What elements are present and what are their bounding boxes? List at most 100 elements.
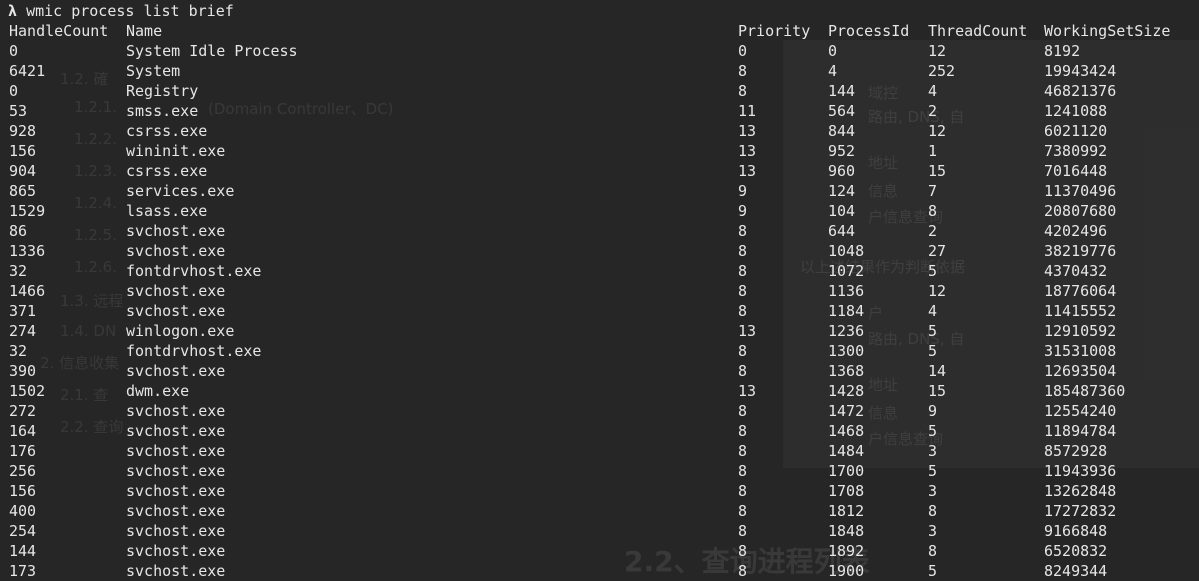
cell-name: svchost.exe [126, 362, 226, 380]
cell-name: wininit.exe [126, 142, 226, 160]
cell-working-set-size: 19943424 [1044, 62, 1117, 80]
cell-working-set-size: 11943936 [1044, 462, 1117, 480]
cell-thread-count: 12 [928, 42, 947, 60]
table-row: 1502 dwm.exe 13 1428 15 185487360 [0, 381, 1199, 401]
cell-priority: 8 [738, 482, 748, 500]
cell-working-set-size: 6520832 [1044, 542, 1108, 560]
cell-working-set-size: 7016448 [1044, 162, 1108, 180]
cell-thread-count: 5 [928, 342, 938, 360]
cell-priority: 8 [738, 542, 748, 560]
table-row: 274 winlogon.exe 13 1236 5 12910592 [0, 321, 1199, 341]
table-row: 1336 svchost.exe 8 1048 27 38219776 [0, 241, 1199, 261]
table-row: 1529 lsass.exe 9 104 8 20807680 [0, 201, 1199, 221]
cell-working-set-size: 4202496 [1044, 222, 1108, 240]
cell-process-id: 644 [828, 222, 856, 240]
cell-priority: 8 [738, 402, 748, 420]
cell-priority: 0 [738, 42, 748, 60]
cell-handle-count: 272 [9, 402, 37, 420]
cell-name: svchost.exe [126, 502, 226, 520]
cell-handle-count: 371 [9, 302, 37, 320]
cell-name: svchost.exe [126, 522, 226, 540]
cell-working-set-size: 11370496 [1044, 182, 1117, 200]
table-row: 400 svchost.exe 8 1812 8 17272832 [0, 501, 1199, 521]
cell-thread-count: 3 [928, 442, 938, 460]
cell-thread-count: 4 [928, 302, 938, 320]
cell-handle-count: 144 [9, 542, 37, 560]
cell-process-id: 4 [828, 62, 838, 80]
cell-priority: 8 [738, 502, 748, 520]
table-row: 32 fontdrvhost.exe 8 1300 5 31531008 [0, 341, 1199, 361]
cell-process-id: 1136 [828, 282, 865, 300]
table-row: 156 svchost.exe 8 1708 3 13262848 [0, 481, 1199, 501]
cell-handle-count: 173 [9, 562, 37, 580]
cell-working-set-size: 11415552 [1044, 302, 1117, 320]
cell-name: svchost.exe [126, 542, 226, 560]
cell-process-id: 1072 [828, 262, 865, 280]
prompt-symbol: λ [8, 2, 18, 20]
cell-name: lsass.exe [126, 202, 208, 220]
cell-priority: 13 [738, 122, 757, 140]
cell-priority: 13 [738, 382, 757, 400]
cell-priority: 11 [738, 102, 757, 120]
cell-working-set-size: 6021120 [1044, 122, 1108, 140]
table-row: 254 svchost.exe 8 1848 3 9166848 [0, 521, 1199, 541]
cell-working-set-size: 11894784 [1044, 422, 1117, 440]
cell-name: winlogon.exe [126, 322, 235, 340]
cell-priority: 8 [738, 62, 748, 80]
cell-handle-count: 865 [9, 182, 37, 200]
cell-working-set-size: 8572928 [1044, 442, 1108, 460]
cell-thread-count: 12 [928, 282, 947, 300]
cell-working-set-size: 8249344 [1044, 562, 1108, 580]
table-row: 53 smss.exe 11 564 2 1241088 [0, 101, 1199, 121]
cell-priority: 8 [738, 442, 748, 460]
cell-process-id: 564 [828, 102, 856, 120]
table-row: 6421 System 8 4 252 19943424 [0, 61, 1199, 81]
cell-handle-count: 156 [9, 482, 37, 500]
terminal-output[interactable]: λ wmic process list brief HandleCount Na… [0, 0, 1199, 580]
cell-process-id: 1472 [828, 402, 865, 420]
cell-handle-count: 1336 [9, 242, 46, 260]
cell-handle-count: 0 [9, 82, 19, 100]
cell-handle-count: 256 [9, 462, 37, 480]
table-row: 272 svchost.exe 8 1472 9 12554240 [0, 401, 1199, 421]
cell-process-id: 952 [828, 142, 856, 160]
cell-process-id: 1300 [828, 342, 865, 360]
cell-thread-count: 2 [928, 222, 938, 240]
cell-thread-count: 14 [928, 362, 947, 380]
cell-name: fontdrvhost.exe [126, 262, 262, 280]
cell-name: svchost.exe [126, 442, 226, 460]
cell-priority: 8 [738, 522, 748, 540]
cell-process-id: 104 [828, 202, 856, 220]
table-row: 156 wininit.exe 13 952 1 7380992 [0, 141, 1199, 161]
cell-handle-count: 274 [9, 322, 37, 340]
cell-priority: 8 [738, 342, 748, 360]
cell-thread-count: 5 [928, 262, 938, 280]
cell-process-id: 1708 [828, 482, 865, 500]
cell-working-set-size: 31531008 [1044, 342, 1117, 360]
cell-handle-count: 1502 [9, 382, 46, 400]
cell-handle-count: 53 [9, 102, 28, 120]
cell-priority: 8 [738, 362, 748, 380]
cell-thread-count: 3 [928, 482, 938, 500]
cell-priority: 8 [738, 82, 748, 100]
cell-working-set-size: 17272832 [1044, 502, 1117, 520]
cell-name: System [126, 62, 181, 80]
table-row: 904 csrss.exe 13 960 15 7016448 [0, 161, 1199, 181]
header-working-set-size: WorkingSetSize [1044, 22, 1171, 40]
cell-thread-count: 8 [928, 202, 938, 220]
cell-priority: 8 [738, 222, 748, 240]
cell-handle-count: 928 [9, 122, 37, 140]
cell-priority: 8 [738, 282, 748, 300]
cell-thread-count: 7 [928, 182, 938, 200]
cell-thread-count: 15 [928, 382, 947, 400]
cell-process-id: 1900 [828, 562, 865, 580]
cell-process-id: 960 [828, 162, 856, 180]
cell-thread-count: 15 [928, 162, 947, 180]
cell-process-id: 1236 [828, 322, 865, 340]
table-row: 176 svchost.exe 8 1484 3 8572928 [0, 441, 1199, 461]
cell-working-set-size: 4370432 [1044, 262, 1108, 280]
cell-working-set-size: 7380992 [1044, 142, 1108, 160]
cell-priority: 8 [738, 422, 748, 440]
cell-working-set-size: 12693504 [1044, 362, 1117, 380]
cell-process-id: 144 [828, 82, 856, 100]
